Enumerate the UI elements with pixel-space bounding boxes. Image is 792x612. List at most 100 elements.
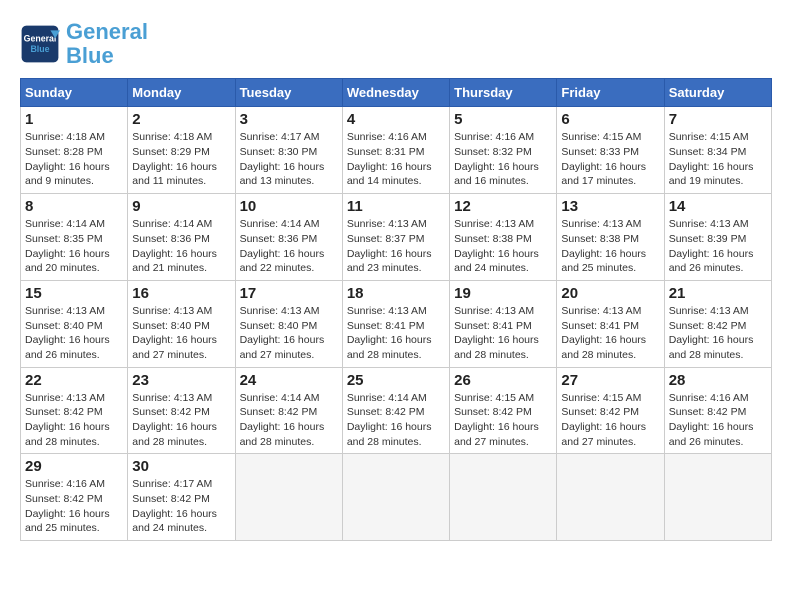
day-info: Sunrise: 4:13 AMSunset: 8:38 PMDaylight:… (561, 217, 659, 276)
calendar-week-row: 22 Sunrise: 4:13 AMSunset: 8:42 PMDayligh… (21, 367, 772, 454)
day-number: 12 (454, 198, 552, 215)
day-number: 25 (347, 372, 445, 389)
day-number: 30 (132, 458, 230, 475)
calendar-cell: 27 Sunrise: 4:15 AMSunset: 8:42 PMDayligh… (557, 367, 664, 454)
day-number: 6 (561, 111, 659, 128)
calendar-cell: 7Sunrise: 4:15 AMSunset: 8:34 PMDaylight… (664, 107, 771, 194)
day-number: 22 (25, 372, 123, 389)
calendar-cell (557, 454, 664, 541)
logo-icon: General Blue (20, 24, 60, 64)
calendar-cell: 9 Sunrise: 4:14 AMSunset: 8:36 PMDaylight… (128, 194, 235, 281)
day-number: 5 (454, 111, 552, 128)
day-number: 27 (561, 372, 659, 389)
calendar-body: 1Sunrise: 4:18 AMSunset: 8:28 PMDaylight… (21, 107, 772, 541)
day-info: Sunrise: 4:15 AMSunset: 8:33 PMDaylight:… (561, 130, 659, 189)
day-number: 19 (454, 285, 552, 302)
day-header-wednesday: Wednesday (342, 79, 449, 107)
day-info: Sunrise: 4:16 AMSunset: 8:42 PMDaylight:… (669, 391, 767, 450)
calendar-cell: 29Sunrise: 4:16 AMSunset: 8:42 PMDayligh… (21, 454, 128, 541)
logo: General Blue GeneralBlue (20, 20, 148, 68)
day-number: 15 (25, 285, 123, 302)
svg-text:Blue: Blue (30, 44, 49, 54)
calendar-cell: 3 Sunrise: 4:17 AMSunset: 8:30 PMDaylight… (235, 107, 342, 194)
calendar-cell: 1Sunrise: 4:18 AMSunset: 8:28 PMDaylight… (21, 107, 128, 194)
calendar-cell: 17 Sunrise: 4:13 AMSunset: 8:40 PMDayligh… (235, 280, 342, 367)
day-number: 21 (669, 285, 767, 302)
day-number: 23 (132, 372, 230, 389)
calendar-cell: 15 Sunrise: 4:13 AMSunset: 8:40 PMDayligh… (21, 280, 128, 367)
day-info: Sunrise: 4:13 AMSunset: 8:41 PMDaylight:… (454, 304, 552, 363)
calendar-cell: 13Sunrise: 4:13 AMSunset: 8:38 PMDayligh… (557, 194, 664, 281)
day-info: Sunrise: 4:13 AMSunset: 8:42 PMDaylight:… (132, 391, 230, 450)
calendar-cell: 2 Sunrise: 4:18 AMSunset: 8:29 PMDaylight… (128, 107, 235, 194)
day-number: 3 (240, 111, 338, 128)
day-info: Sunrise: 4:14 AMSunset: 8:36 PMDaylight:… (132, 217, 230, 276)
day-info: Sunrise: 4:14 AMSunset: 8:42 PMDaylight:… (240, 391, 338, 450)
calendar-cell: 30 Sunrise: 4:17 AMSunset: 8:42 PMDayligh… (128, 454, 235, 541)
calendar-cell: 23 Sunrise: 4:13 AMSunset: 8:42 PMDayligh… (128, 367, 235, 454)
calendar-cell: 18Sunrise: 4:13 AMSunset: 8:41 PMDayligh… (342, 280, 449, 367)
day-number: 7 (669, 111, 767, 128)
calendar-cell: 28Sunrise: 4:16 AMSunset: 8:42 PMDayligh… (664, 367, 771, 454)
svg-text:General: General (24, 34, 57, 44)
calendar-cell: 14Sunrise: 4:13 AMSunset: 8:39 PMDayligh… (664, 194, 771, 281)
calendar-week-row: 1Sunrise: 4:18 AMSunset: 8:28 PMDaylight… (21, 107, 772, 194)
calendar-cell: 16 Sunrise: 4:13 AMSunset: 8:40 PMDayligh… (128, 280, 235, 367)
calendar-week-row: 8 Sunrise: 4:14 AMSunset: 8:35 PMDaylight… (21, 194, 772, 281)
day-info: Sunrise: 4:13 AMSunset: 8:42 PMDaylight:… (25, 391, 123, 450)
calendar-cell: 24 Sunrise: 4:14 AMSunset: 8:42 PMDayligh… (235, 367, 342, 454)
day-number: 2 (132, 111, 230, 128)
day-info: Sunrise: 4:13 AMSunset: 8:41 PMDaylight:… (561, 304, 659, 363)
calendar-header-row: SundayMondayTuesdayWednesdayThursdayFrid… (21, 79, 772, 107)
calendar-cell: 10 Sunrise: 4:14 AMSunset: 8:36 PMDayligh… (235, 194, 342, 281)
day-info: Sunrise: 4:18 AMSunset: 8:29 PMDaylight:… (132, 130, 230, 189)
calendar-cell (664, 454, 771, 541)
day-header-thursday: Thursday (450, 79, 557, 107)
day-info: Sunrise: 4:18 AMSunset: 8:28 PMDaylight:… (25, 130, 123, 189)
day-number: 14 (669, 198, 767, 215)
day-number: 9 (132, 198, 230, 215)
day-info: Sunrise: 4:13 AMSunset: 8:40 PMDaylight:… (240, 304, 338, 363)
day-info: Sunrise: 4:13 AMSunset: 8:40 PMDaylight:… (25, 304, 123, 363)
day-info: Sunrise: 4:13 AMSunset: 8:40 PMDaylight:… (132, 304, 230, 363)
calendar-week-row: 29Sunrise: 4:16 AMSunset: 8:42 PMDayligh… (21, 454, 772, 541)
calendar-cell: 11 Sunrise: 4:13 AMSunset: 8:37 PMDayligh… (342, 194, 449, 281)
day-number: 18 (347, 285, 445, 302)
day-info: Sunrise: 4:15 AMSunset: 8:42 PMDaylight:… (454, 391, 552, 450)
day-info: Sunrise: 4:13 AMSunset: 8:38 PMDaylight:… (454, 217, 552, 276)
calendar-cell: 4Sunrise: 4:16 AMSunset: 8:31 PMDaylight… (342, 107, 449, 194)
day-number: 17 (240, 285, 338, 302)
page-header: General Blue GeneralBlue (20, 20, 772, 68)
day-number: 11 (347, 198, 445, 215)
calendar-cell: 22 Sunrise: 4:13 AMSunset: 8:42 PMDayligh… (21, 367, 128, 454)
day-header-friday: Friday (557, 79, 664, 107)
calendar-cell: 5 Sunrise: 4:16 AMSunset: 8:32 PMDaylight… (450, 107, 557, 194)
day-info: Sunrise: 4:17 AMSunset: 8:42 PMDaylight:… (132, 477, 230, 536)
day-header-tuesday: Tuesday (235, 79, 342, 107)
calendar-cell: 8 Sunrise: 4:14 AMSunset: 8:35 PMDaylight… (21, 194, 128, 281)
day-info: Sunrise: 4:15 AMSunset: 8:42 PMDaylight:… (561, 391, 659, 450)
calendar-cell (450, 454, 557, 541)
day-header-monday: Monday (128, 79, 235, 107)
calendar-week-row: 15 Sunrise: 4:13 AMSunset: 8:40 PMDayligh… (21, 280, 772, 367)
day-number: 10 (240, 198, 338, 215)
day-info: Sunrise: 4:16 AMSunset: 8:32 PMDaylight:… (454, 130, 552, 189)
day-info: Sunrise: 4:13 AMSunset: 8:42 PMDaylight:… (669, 304, 767, 363)
calendar-cell: 19 Sunrise: 4:13 AMSunset: 8:41 PMDayligh… (450, 280, 557, 367)
day-info: Sunrise: 4:16 AMSunset: 8:42 PMDaylight:… (25, 477, 123, 536)
day-number: 20 (561, 285, 659, 302)
day-header-saturday: Saturday (664, 79, 771, 107)
day-info: Sunrise: 4:14 AMSunset: 8:42 PMDaylight:… (347, 391, 445, 450)
day-info: Sunrise: 4:14 AMSunset: 8:36 PMDaylight:… (240, 217, 338, 276)
calendar-cell: 21 Sunrise: 4:13 AMSunset: 8:42 PMDayligh… (664, 280, 771, 367)
day-number: 16 (132, 285, 230, 302)
day-number: 24 (240, 372, 338, 389)
day-info: Sunrise: 4:17 AMSunset: 8:30 PMDaylight:… (240, 130, 338, 189)
day-info: Sunrise: 4:14 AMSunset: 8:35 PMDaylight:… (25, 217, 123, 276)
calendar-cell (342, 454, 449, 541)
calendar-cell (235, 454, 342, 541)
logo-text: GeneralBlue (66, 20, 148, 68)
calendar-cell: 25 Sunrise: 4:14 AMSunset: 8:42 PMDayligh… (342, 367, 449, 454)
day-info: Sunrise: 4:13 AMSunset: 8:37 PMDaylight:… (347, 217, 445, 276)
day-number: 8 (25, 198, 123, 215)
